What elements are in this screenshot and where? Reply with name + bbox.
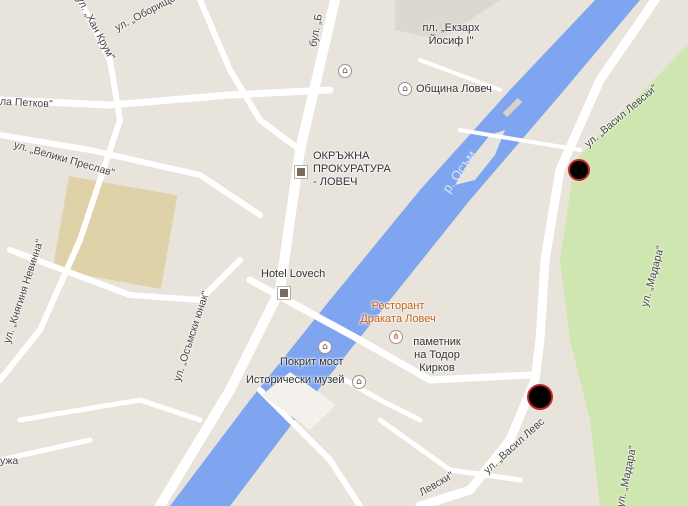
place-restaurant-drakata[interactable]: Ресторант Дракатa Ловеч [358, 300, 438, 326]
place-istoricheski-muzei[interactable]: Исторически музей [246, 374, 344, 387]
restaurant-icon[interactable]: ⋔ [389, 330, 403, 344]
place-obshtina-lovech[interactable]: Община Ловеч [416, 83, 492, 96]
landmark-icon[interactable]: ⌂ [318, 340, 332, 354]
place-ekzarh-iosif[interactable]: пл. „Екзарх Йосиф I" [416, 22, 486, 48]
place-hotel-lovech[interactable]: Hotel Lovech [261, 268, 325, 281]
place-prokuratura[interactable]: ОКРЪЖНА ПРОКУРАТУРА - ЛОВЕЧ [313, 150, 393, 189]
place-monument-todor-kirkov[interactable]: паметник на Тодор Кирков [408, 336, 466, 375]
street-label-petkov: ла Петков" [0, 95, 53, 111]
hotel-icon[interactable] [278, 287, 290, 299]
place-pokrit-most[interactable]: Покрит мост [280, 356, 343, 369]
poi-square-icon[interactable] [295, 166, 307, 178]
map-marker-2[interactable] [527, 384, 553, 410]
map-marker-1[interactable] [568, 159, 590, 181]
museum-icon-2[interactable]: ⌂ [352, 375, 366, 389]
government-icon[interactable]: ⌂ [398, 82, 412, 96]
museum-icon[interactable]: ⌂ [338, 64, 352, 78]
map-canvas[interactable]: ул. „Оборище" ул. „Хан Крум" бул. „Б ла … [0, 0, 688, 506]
street-label-left-edge: ужа [0, 455, 19, 467]
